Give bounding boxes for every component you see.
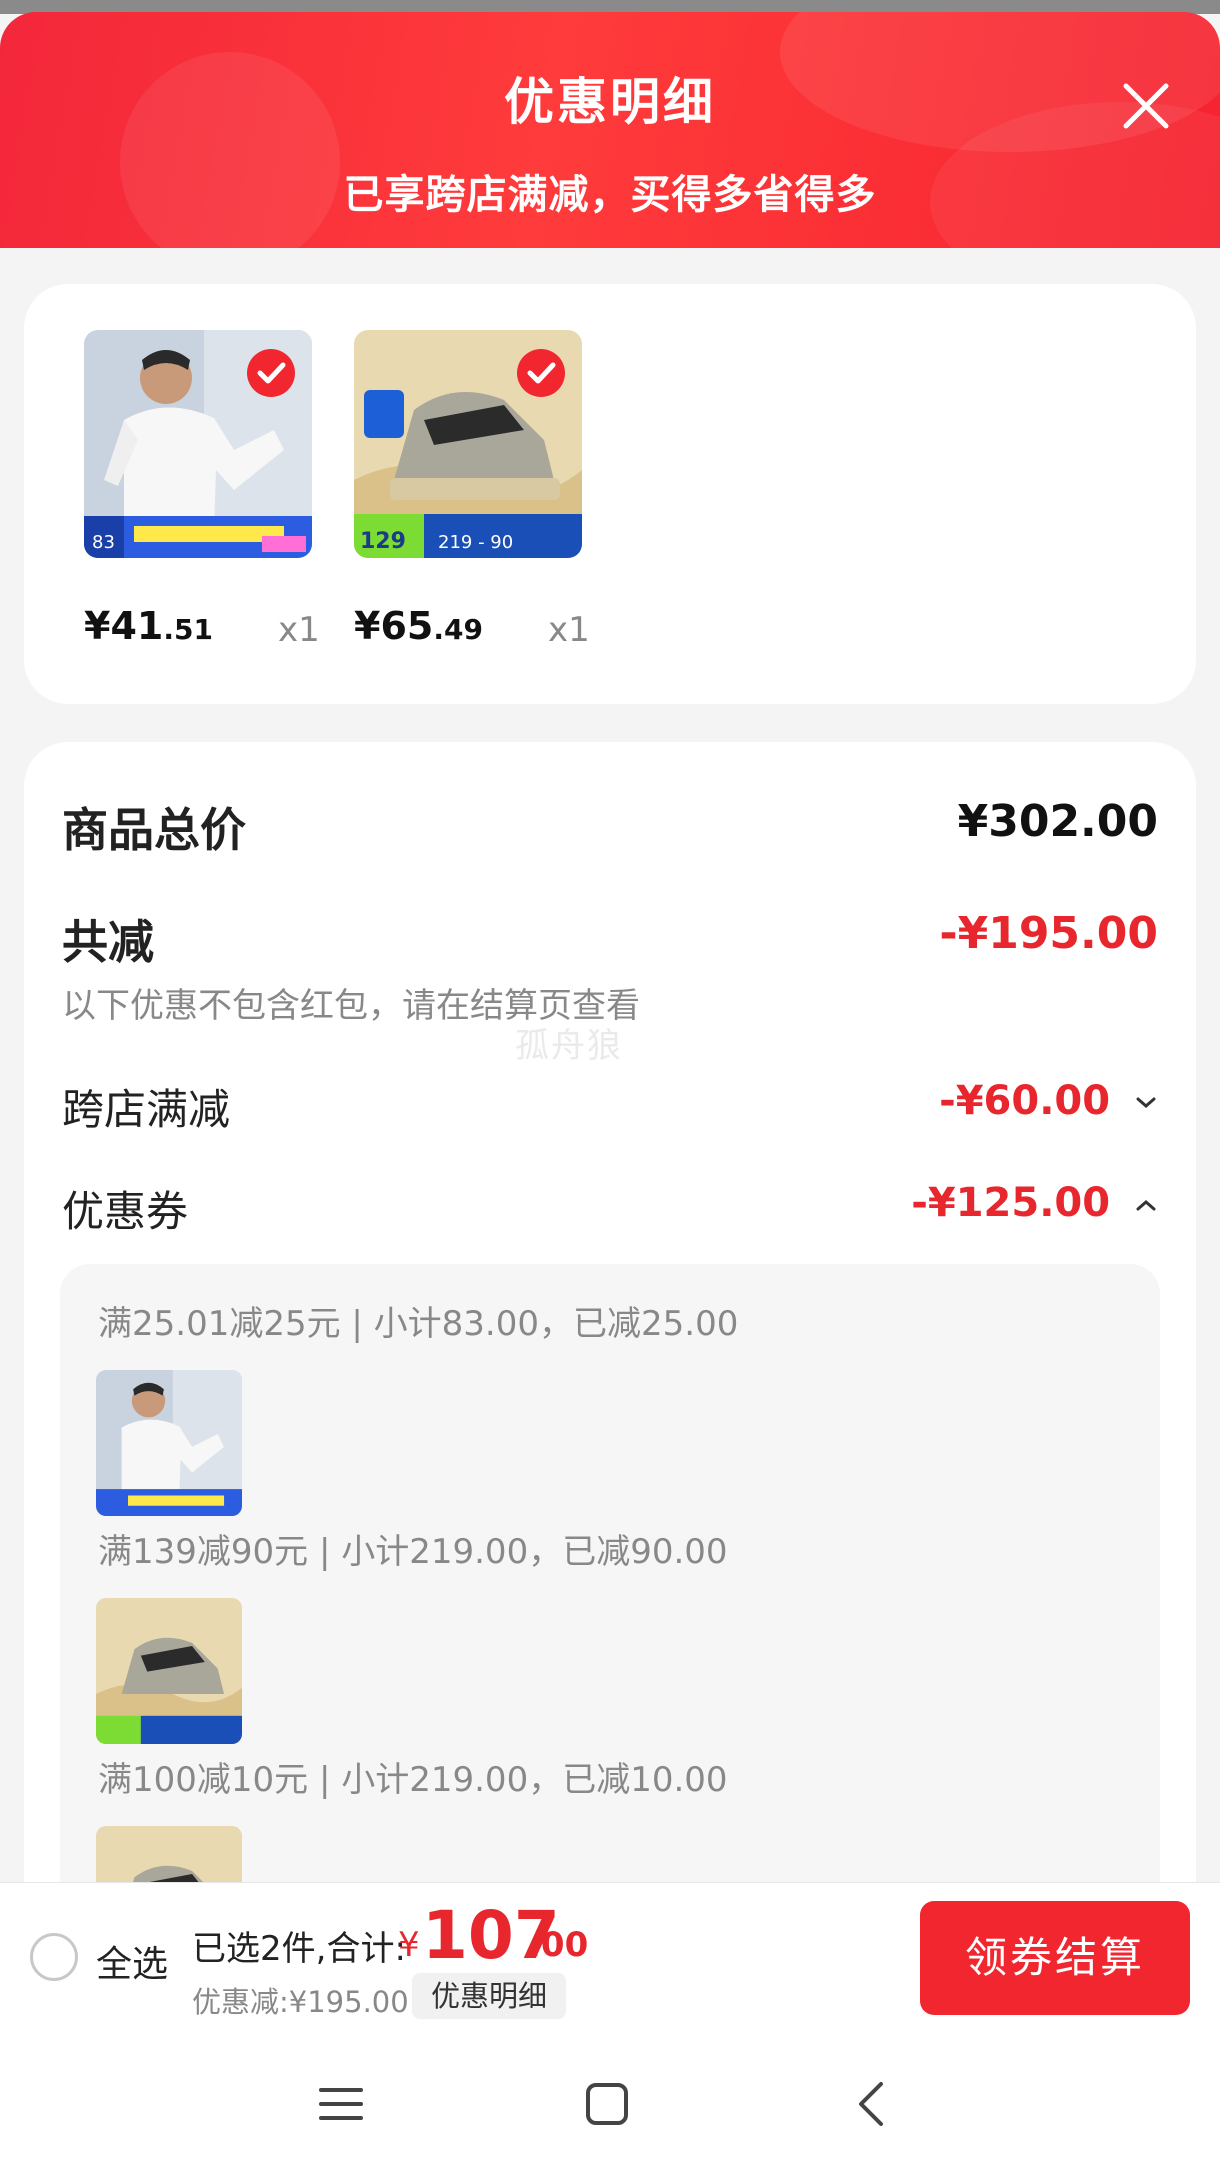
coupon-rule: 满139减90元 | 小计219.00，已减90.00: [98, 1532, 728, 1572]
total-price-label: 商品总价: [62, 803, 246, 857]
price-integer: ¥41: [84, 604, 164, 648]
chevron-up-icon[interactable]: [1132, 1191, 1160, 1219]
product-image-shirt[interactable]: 83: [84, 330, 312, 558]
discount-amount: 优惠减:¥195.00: [192, 1985, 409, 2019]
checkout-button[interactable]: 领券结算: [920, 1901, 1190, 2015]
checked-icon[interactable]: [246, 348, 296, 398]
system-nav-bar: [0, 2032, 1220, 2174]
coupon-label[interactable]: 优惠券: [62, 1178, 188, 1239]
total-reduction-label: 共减: [62, 915, 154, 969]
cross-store-value: -¥60.00: [939, 1078, 1111, 1124]
select-all-label[interactable]: 全选: [96, 1935, 168, 1987]
header-banner: 优惠明细 已享跨店满减，买得多省得多: [0, 12, 1220, 248]
product-price: ¥41.51: [84, 604, 213, 648]
product-item[interactable]: 129 219 - 90: [354, 330, 582, 558]
product-quantity: x1: [548, 610, 590, 650]
checked-icon[interactable]: [516, 348, 566, 398]
svg-text:219 - 90: 219 - 90: [438, 532, 513, 553]
select-all-radio[interactable]: [30, 1933, 78, 1981]
total-amount-decimal: .00: [528, 1925, 589, 1965]
price-integer: ¥65: [354, 604, 434, 648]
svg-text:83: 83: [92, 532, 115, 553]
selected-products-card: 83 ¥41.51 x1 129 219 - 90 ¥65.49 x1: [24, 284, 1196, 704]
product-item[interactable]: 83: [84, 330, 312, 558]
total-price-value: ¥302.00: [957, 796, 1158, 847]
home-square-icon[interactable]: [577, 2074, 637, 2134]
svg-text:129: 129: [360, 529, 406, 554]
coupon-product-thumb: [96, 1598, 242, 1744]
watermark: 孤舟狼: [515, 1026, 623, 1066]
product-image-sneaker[interactable]: 129 219 - 90: [354, 330, 582, 558]
menu-icon[interactable]: [311, 2074, 371, 2134]
shirt-thumb: [96, 1370, 242, 1516]
discount-detail-button[interactable]: 优惠明细: [412, 1973, 566, 2019]
coupon-product-thumb: [96, 1370, 242, 1516]
coupon-rule: 满25.01减25元 | 小计83.00，已减25.00: [98, 1304, 739, 1344]
price-decimal: .49: [433, 613, 483, 646]
cross-store-label[interactable]: 跨店满减: [62, 1076, 230, 1137]
page-title: 优惠明细: [504, 73, 716, 131]
product-price: ¥65.49: [354, 604, 483, 648]
coupon-rule: 满100减10元 | 小计219.00，已减10.00: [98, 1760, 728, 1800]
page-subtitle: 已享跨店满减，买得多省得多: [343, 172, 877, 218]
checkout-bar: 全选 已选2件,合计: ¥ 107 .00 优惠减:¥195.00 优惠明细 领…: [0, 1882, 1220, 2032]
coupon-value: -¥125.00: [911, 1180, 1111, 1226]
sneaker-thumb: [96, 1598, 242, 1744]
coupon-row[interactable]: -¥125.00: [911, 1180, 1160, 1226]
back-icon[interactable]: [843, 2074, 903, 2134]
price-decimal: .51: [163, 613, 213, 646]
total-currency: ¥: [398, 1925, 420, 1965]
product-quantity: x1: [278, 610, 320, 650]
total-reduction-value: -¥195.00: [939, 908, 1158, 959]
cross-store-row[interactable]: -¥60.00: [939, 1078, 1160, 1124]
close-icon[interactable]: [1118, 78, 1174, 134]
selected-count-label: 已选2件,合计:: [192, 1929, 406, 1969]
chevron-down-icon[interactable]: [1132, 1089, 1160, 1117]
